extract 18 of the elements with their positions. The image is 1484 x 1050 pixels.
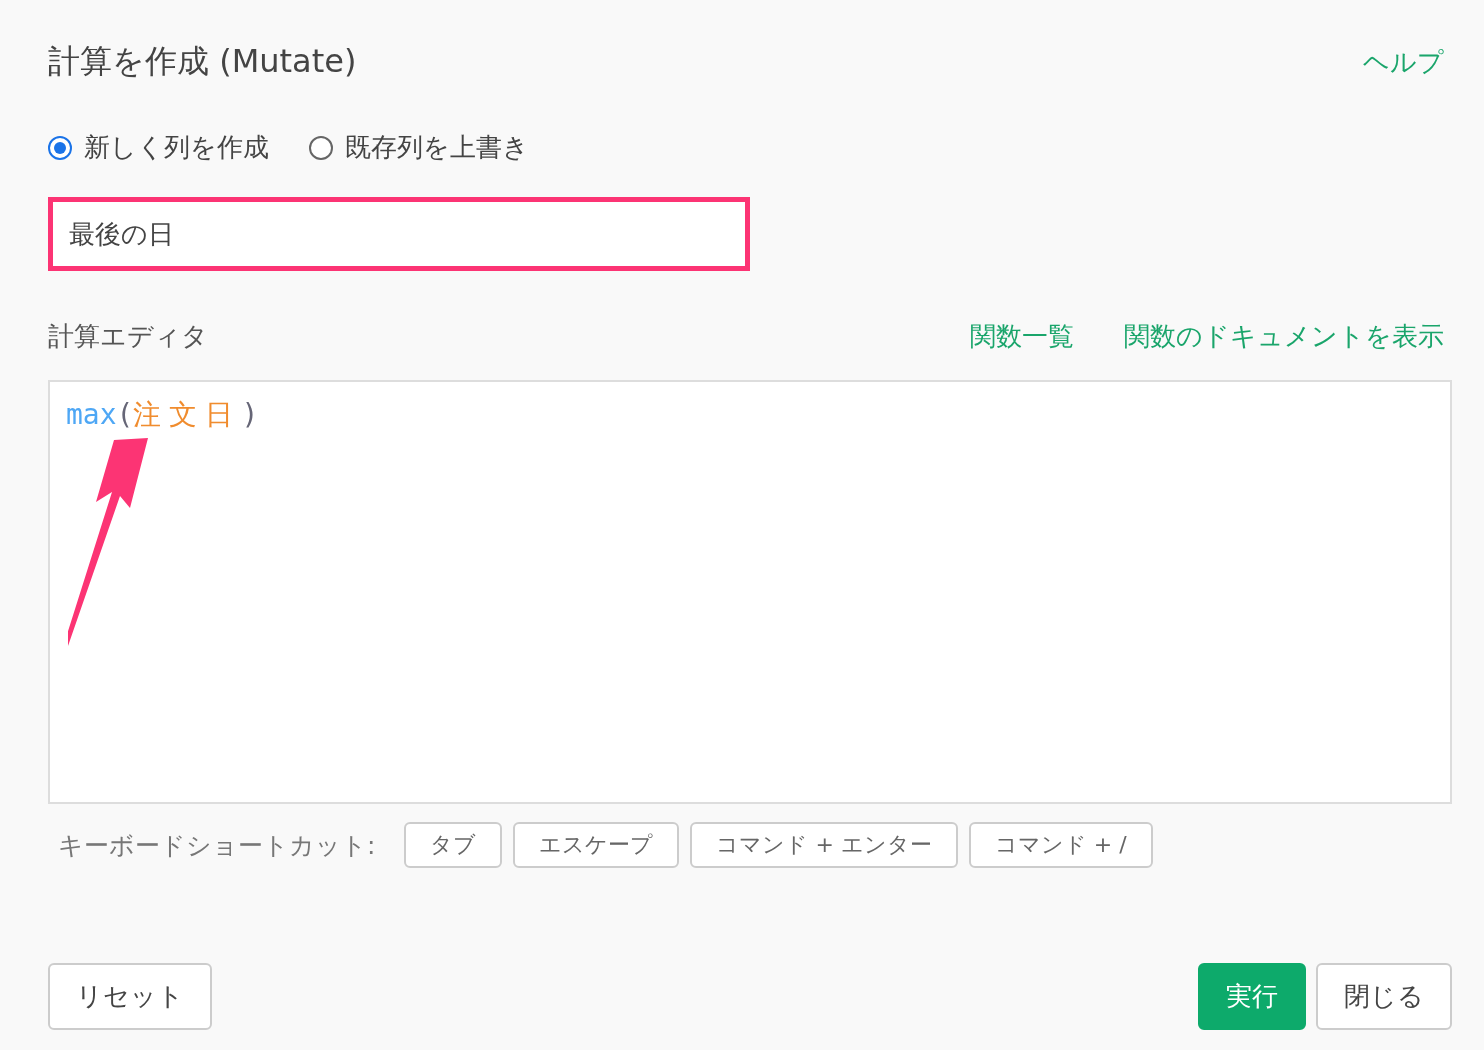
shortcut-key: コマンド + /	[968, 822, 1153, 868]
radio-icon[interactable]	[309, 135, 333, 160]
shortcut-key: コマンド + エンター	[690, 822, 958, 868]
radio-option[interactable]: 新しく列を作成	[48, 130, 269, 165]
shortcut-key: タブ	[404, 822, 503, 868]
radio-label: 既存列を上書き	[345, 131, 529, 164]
shortcuts-label: キーボードショートカット:	[58, 829, 376, 862]
close-button[interactable]: 閉じる	[1316, 963, 1452, 1030]
code-editor[interactable]: max(注文日)	[48, 380, 1452, 804]
radio-label: 新しく列を作成	[84, 131, 269, 164]
shortcut-key: エスケープ	[513, 822, 680, 868]
code-line: max(注文日)	[65, 397, 260, 433]
radio-icon[interactable]	[48, 135, 72, 160]
editor-label: 計算エディタ	[48, 320, 208, 353]
radio-option[interactable]: 既存列を上書き	[309, 130, 529, 165]
column-name-field[interactable]: 最後の日	[48, 197, 750, 271]
dialog-title: 計算を作成 (Mutate)	[48, 41, 357, 82]
reset-button[interactable]: リセット	[48, 963, 212, 1030]
